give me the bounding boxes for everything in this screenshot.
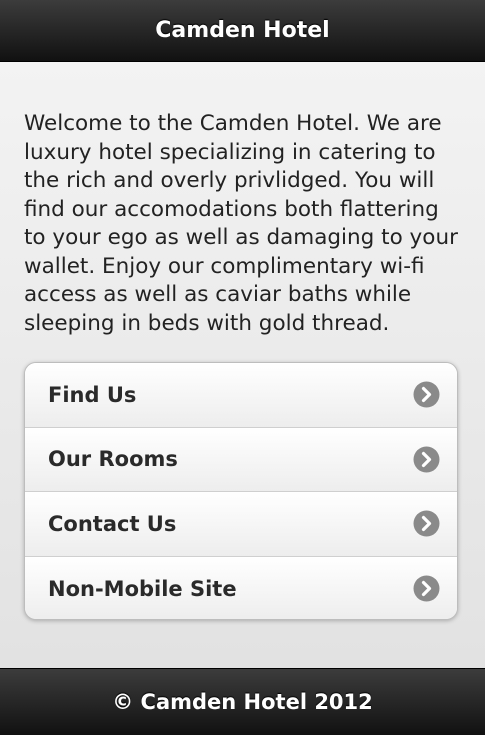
- chevron-right-circle-icon: [413, 510, 440, 537]
- nav-item-contact-us[interactable]: Contact Us: [25, 492, 457, 557]
- nav-item-label: Contact Us: [48, 511, 177, 536]
- nav-item-label: Our Rooms: [48, 447, 178, 472]
- nav-item-find-us[interactable]: Find Us: [25, 363, 457, 428]
- intro-paragraph: Welcome to the Camden Hotel. We are luxu…: [24, 111, 458, 336]
- chevron-right-circle-icon: [413, 446, 440, 473]
- page-title: Camden Hotel: [155, 18, 330, 43]
- chevron-right-circle-icon: [413, 575, 440, 602]
- nav-item-label: Non-Mobile Site: [48, 576, 237, 601]
- nav-item-label: Find Us: [48, 382, 137, 407]
- nav-item-non-mobile-site[interactable]: Non-Mobile Site: [25, 556, 457, 619]
- nav-list: Find Us Our Rooms Contact Us Non-Mobile …: [24, 362, 458, 620]
- copyright-text: © Camden Hotel 2012: [112, 690, 373, 714]
- header-bar: Camden Hotel: [0, 0, 485, 62]
- main-content: Welcome to the Camden Hotel. We are luxu…: [0, 62, 485, 668]
- footer-bar: © Camden Hotel 2012: [0, 668, 485, 735]
- chevron-right-circle-icon: [413, 381, 440, 408]
- nav-item-our-rooms[interactable]: Our Rooms: [25, 427, 457, 492]
